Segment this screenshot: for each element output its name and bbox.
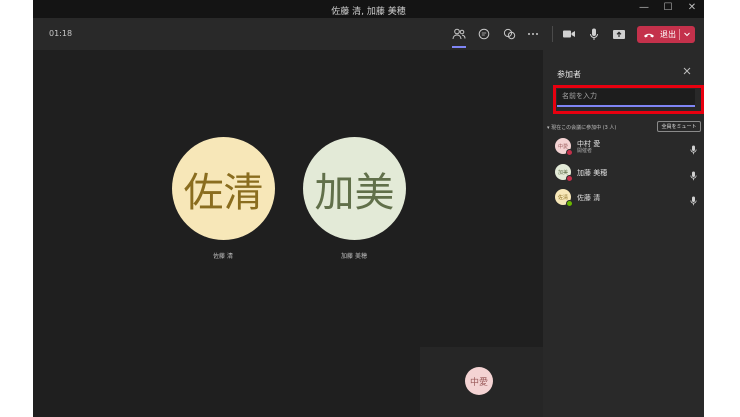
avatar-initials: 加美: [314, 169, 395, 216]
participant-role: 開催者: [577, 148, 593, 154]
self-view[interactable]: 中愛: [420, 347, 543, 417]
hangup-icon: [643, 32, 657, 38]
camera-icon[interactable]: [560, 25, 578, 43]
participant-name: 加藤 美穂: [577, 169, 608, 177]
maximize-button[interactable]: ☐: [662, 2, 674, 13]
status-badge: [566, 175, 573, 182]
highlight-box: [553, 85, 704, 114]
chevron-down-icon[interactable]: [683, 28, 691, 42]
mic-icon[interactable]: [585, 25, 603, 43]
participant-name: 佐藤 清: [577, 194, 601, 202]
teams-meeting-window: 佐藤 清, 加藤 美穂 — ☐ ✕ 01:18 退出 佐清 佐藤 清 加美 加藤…: [33, 0, 704, 417]
mic-icon: [690, 140, 697, 159]
leave-button[interactable]: 退出: [637, 26, 695, 43]
title-bar: 佐藤 清, 加藤 美穂 — ☐ ✕: [33, 0, 704, 18]
participant-tile-name: 加藤 美穂: [341, 253, 367, 260]
video-stage: 佐清 佐藤 清 加美 加藤 美穂 中愛: [33, 50, 543, 417]
share-screen-icon[interactable]: [610, 25, 628, 43]
chat-icon[interactable]: [475, 25, 493, 43]
close-window-button[interactable]: ✕: [686, 2, 698, 13]
participant-tile-avatar[interactable]: 佐清: [172, 137, 275, 240]
meeting-timer: 01:18: [49, 29, 73, 38]
mute-all-button[interactable]: 全員をミュート: [657, 121, 701, 132]
leave-label: 退出: [660, 30, 676, 39]
participant-tile-name: 佐藤 清: [213, 253, 233, 260]
participant-row[interactable]: 加美 加藤 美穂: [555, 162, 700, 182]
minimize-button[interactable]: —: [638, 2, 650, 13]
mic-icon: [690, 166, 697, 185]
panel-title: 参加者: [557, 70, 581, 79]
participant-row[interactable]: 中愛 中村 愛 開催者: [555, 136, 700, 156]
status-badge: [566, 200, 573, 207]
window-title: 佐藤 清, 加藤 美穂: [331, 7, 406, 17]
self-avatar: 中愛: [465, 367, 493, 395]
more-icon[interactable]: [524, 25, 542, 43]
status-badge: [566, 149, 573, 156]
meeting-toolbar: 01:18 退出: [33, 18, 704, 50]
mic-icon: [690, 191, 697, 210]
reactions-icon[interactable]: [500, 25, 518, 43]
leave-divider: [679, 29, 680, 40]
participant-tile-avatar[interactable]: 加美: [303, 137, 406, 240]
avatar-initials: 佐清: [183, 169, 264, 216]
participants-panel: 参加者 ▾ 現在この会議に参加中 (3 人) 全員をミュート 中愛 中村 愛 開…: [543, 50, 704, 417]
in-meeting-section-label[interactable]: ▾ 現在この会議に参加中 (3 人): [547, 124, 616, 131]
toolbar-divider: [552, 26, 553, 42]
people-icon[interactable]: [450, 25, 468, 48]
window-controls: — ☐ ✕: [638, 2, 698, 13]
close-icon[interactable]: [683, 67, 691, 78]
participant-row[interactable]: 佐清 佐藤 清: [555, 187, 700, 207]
